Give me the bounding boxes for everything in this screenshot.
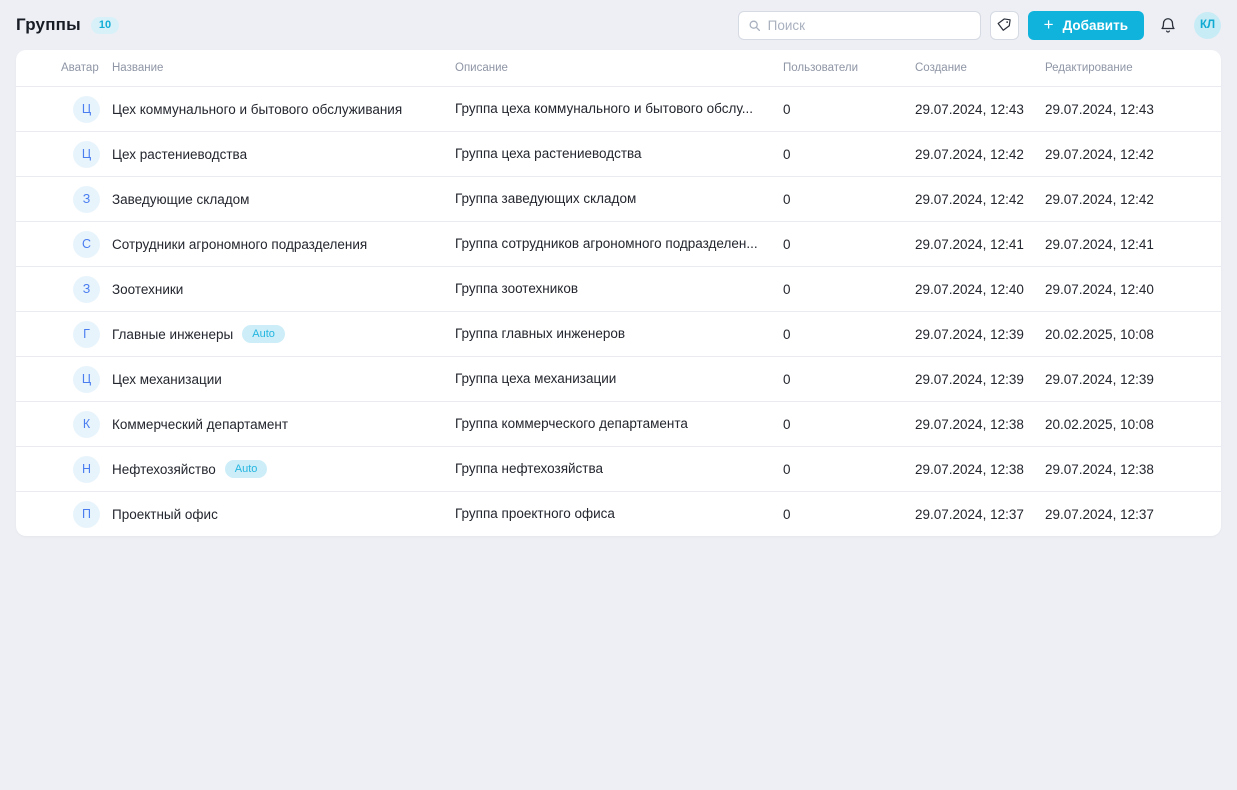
table-row[interactable]: Ц Цех растениеводства Auto Группа цеха р… (16, 131, 1221, 176)
group-name: Коммерческий департамент (112, 417, 288, 432)
table-row[interactable]: Н Нефтехозяйство Auto Группа нефтехозяйс… (16, 446, 1221, 491)
group-created-at: 29.07.2024, 12:37 (915, 507, 1045, 522)
group-name: Главные инженеры (112, 327, 233, 342)
column-header-avatar: Аватар (16, 62, 112, 74)
table-header-row: Аватар Название Описание Пользователи Со… (16, 50, 1221, 86)
table-row[interactable]: З Заведующие складом Auto Группа заведую… (16, 176, 1221, 221)
tag-icon (996, 17, 1012, 33)
column-header-edited: Редактирование (1045, 62, 1221, 74)
table-row[interactable]: Ц Цех механизации Auto Группа цеха механ… (16, 356, 1221, 401)
group-created-at: 29.07.2024, 12:42 (915, 192, 1045, 207)
group-edited-at: 29.07.2024, 12:40 (1045, 282, 1221, 297)
group-description: Группа нефтехозяйства (455, 461, 603, 476)
group-users-count: 0 (783, 102, 915, 117)
tags-button[interactable] (990, 11, 1019, 40)
page-title: Группы (16, 15, 81, 35)
topbar: Группы 10 + Добавить (0, 0, 1237, 50)
group-avatar: З (73, 186, 100, 213)
group-description: Группа сотрудников агрономного подраздел… (455, 236, 758, 251)
group-created-at: 29.07.2024, 12:38 (915, 417, 1045, 432)
column-header-created: Создание (915, 62, 1045, 74)
group-users-count: 0 (783, 327, 915, 342)
group-name: Сотрудники агрономного подразделения (112, 237, 367, 252)
group-description: Группа цеха коммунального и бытового обс… (455, 101, 753, 116)
group-created-at: 29.07.2024, 12:43 (915, 102, 1045, 117)
group-users-count: 0 (783, 462, 915, 477)
group-description: Группа проектного офиса (455, 506, 615, 521)
table-row[interactable]: Ц Цех коммунального и бытового обслужива… (16, 86, 1221, 131)
bell-icon (1159, 16, 1177, 35)
search-box[interactable] (738, 11, 981, 40)
group-users-count: 0 (783, 372, 915, 387)
search-icon (748, 19, 761, 32)
group-edited-at: 29.07.2024, 12:42 (1045, 192, 1221, 207)
group-users-count: 0 (783, 417, 915, 432)
group-edited-at: 20.02.2025, 10:08 (1045, 327, 1221, 342)
add-button-label: Добавить (1063, 18, 1128, 33)
group-users-count: 0 (783, 192, 915, 207)
group-description: Группа зоотехников (455, 281, 578, 296)
group-edited-at: 29.07.2024, 12:42 (1045, 147, 1221, 162)
table-row[interactable]: З Зоотехники Auto Группа зоотехников 0 2… (16, 266, 1221, 311)
auto-badge: Auto (242, 325, 285, 343)
group-created-at: 29.07.2024, 12:39 (915, 327, 1045, 342)
group-edited-at: 20.02.2025, 10:08 (1045, 417, 1221, 432)
group-name: Нефтехозяйство (112, 462, 216, 477)
group-avatar: З (73, 276, 100, 303)
group-avatar: Ц (73, 366, 100, 393)
topbar-controls: + Добавить КЛ (738, 11, 1221, 40)
group-name: Цех коммунального и бытового обслуживани… (112, 102, 402, 117)
table-row[interactable]: К Коммерческий департамент Auto Группа к… (16, 401, 1221, 446)
group-created-at: 29.07.2024, 12:40 (915, 282, 1045, 297)
group-created-at: 29.07.2024, 12:39 (915, 372, 1045, 387)
group-avatar: Г (73, 321, 100, 348)
group-avatar: Ц (73, 141, 100, 168)
group-avatar: П (73, 501, 100, 528)
groups-table: Аватар Название Описание Пользователи Со… (16, 50, 1221, 536)
group-created-at: 29.07.2024, 12:41 (915, 237, 1045, 252)
group-description: Группа заведующих складом (455, 191, 636, 206)
table-row[interactable]: С Сотрудники агрономного подразделения A… (16, 221, 1221, 266)
group-name: Заведующие складом (112, 192, 249, 207)
group-name: Проектный офис (112, 507, 218, 522)
group-edited-at: 29.07.2024, 12:38 (1045, 462, 1221, 477)
group-description: Группа цеха механизации (455, 371, 616, 386)
group-users-count: 0 (783, 147, 915, 162)
group-name: Цех растениеводства (112, 147, 247, 162)
group-description: Группа коммерческого департамента (455, 416, 688, 431)
column-header-description: Описание (455, 62, 783, 74)
group-edited-at: 29.07.2024, 12:41 (1045, 237, 1221, 252)
column-header-users: Пользователи (783, 62, 915, 74)
title-group: Группы 10 (16, 15, 119, 35)
table-row[interactable]: Г Главные инженеры Auto Группа главных и… (16, 311, 1221, 356)
group-users-count: 0 (783, 237, 915, 252)
group-created-at: 29.07.2024, 12:38 (915, 462, 1045, 477)
table-row[interactable]: П Проектный офис Auto Группа проектного … (16, 491, 1221, 536)
group-edited-at: 29.07.2024, 12:39 (1045, 372, 1221, 387)
group-avatar: Ц (73, 96, 100, 123)
add-button[interactable]: + Добавить (1028, 11, 1144, 40)
group-description: Группа цеха растениеводства (455, 146, 642, 161)
group-edited-at: 29.07.2024, 12:43 (1045, 102, 1221, 117)
column-header-name: Название (112, 62, 455, 74)
group-users-count: 0 (783, 507, 915, 522)
group-description: Группа главных инженеров (455, 326, 625, 341)
group-name: Цех механизации (112, 372, 222, 387)
group-avatar: С (73, 231, 100, 258)
user-avatar[interactable]: КЛ (1194, 12, 1221, 39)
group-avatar: Н (73, 456, 100, 483)
group-avatar: К (73, 411, 100, 438)
search-input[interactable] (768, 18, 971, 33)
group-created-at: 29.07.2024, 12:42 (915, 147, 1045, 162)
table-body: Ц Цех коммунального и бытового обслужива… (16, 86, 1221, 536)
auto-badge: Auto (225, 460, 268, 478)
notifications-button[interactable] (1155, 11, 1181, 40)
groups-count-badge: 10 (91, 17, 119, 34)
plus-icon: + (1044, 16, 1054, 33)
group-users-count: 0 (783, 282, 915, 297)
group-name: Зоотехники (112, 282, 183, 297)
group-edited-at: 29.07.2024, 12:37 (1045, 507, 1221, 522)
